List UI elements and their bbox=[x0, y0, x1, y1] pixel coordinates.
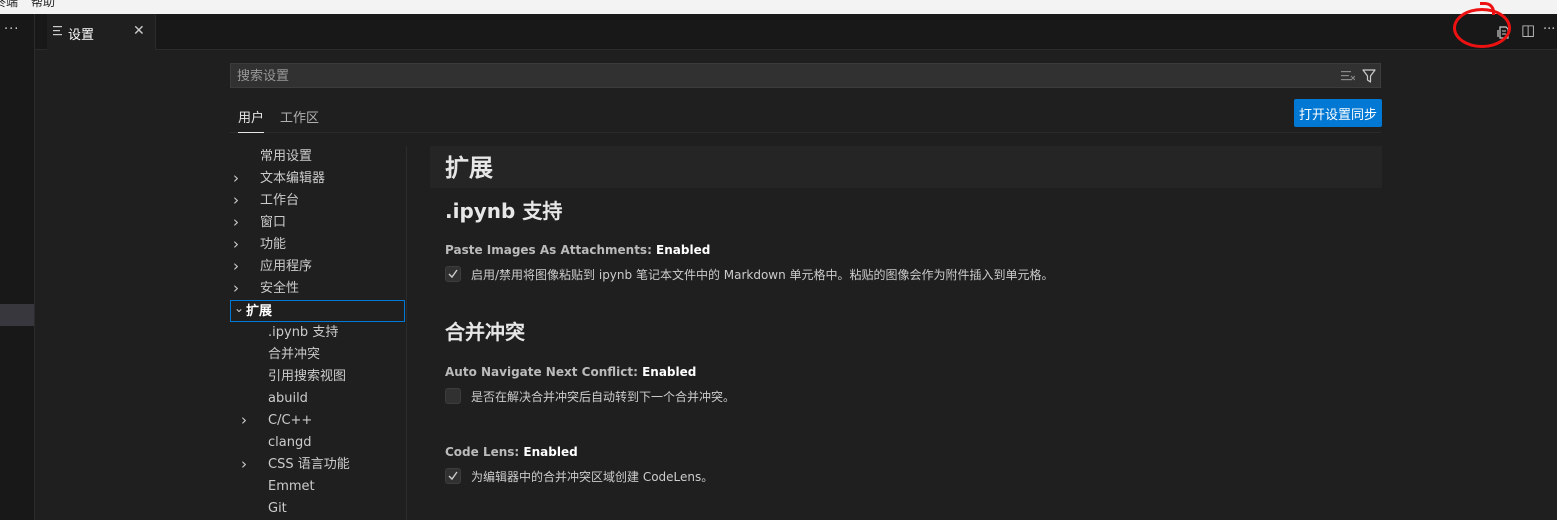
toc-item[interactable]: abuild bbox=[230, 388, 405, 410]
setting-name: Enabled bbox=[642, 365, 697, 379]
toc-item-label: abuild bbox=[268, 391, 308, 406]
group-title-merge-conflict: 合并冲突 bbox=[445, 320, 525, 344]
close-icon[interactable]: ✕ bbox=[133, 23, 145, 39]
setting-description: 启用/禁用将图像粘贴到 ipynb 笔记本文件中的 Markdown 单元格中。… bbox=[471, 268, 1054, 282]
setting-title-code-lens: Code Lens: Enabled bbox=[445, 445, 578, 459]
setting-category: Paste Images As Attachments: bbox=[445, 243, 657, 257]
settings-toc: 常用设置 › 文本编辑器 › 工作台 › 窗口 › 功能 › 应用程序 › 安全性 ⌄ 扩展 .ipynb 支… bbox=[230, 146, 407, 520]
menu-bar: 终端 帮助 bbox=[0, 0, 1557, 14]
toc-item-label: 文本编辑器 bbox=[260, 171, 326, 186]
setting-title-paste-images: Paste Images As Attachments: Enabled bbox=[445, 243, 710, 257]
setting-description: 为编辑器中的合并冲突区域创建 CodeLens。 bbox=[471, 470, 714, 484]
toc-item[interactable]: 合并冲突 bbox=[230, 344, 405, 366]
chevron-right-icon[interactable]: › bbox=[233, 255, 245, 277]
toc-item[interactable]: Git bbox=[230, 498, 405, 520]
toc-item-label: C/C++ bbox=[268, 413, 313, 428]
checkbox-paste-images[interactable] bbox=[445, 266, 461, 282]
toc-item[interactable]: › 文本编辑器 bbox=[230, 168, 405, 190]
toc-item-label: 应用程序 bbox=[260, 259, 313, 274]
tab-settings-label: 设置 bbox=[68, 28, 95, 43]
chevron-right-icon[interactable]: › bbox=[233, 233, 245, 255]
toc-item-label: 工作台 bbox=[260, 193, 300, 208]
settings-scope-tabs: 用户 工作区 bbox=[230, 100, 1381, 133]
toc-item[interactable]: › 安全性 bbox=[230, 278, 405, 300]
toc-item-label: 窗口 bbox=[260, 215, 287, 230]
chevron-right-icon[interactable]: › bbox=[233, 189, 245, 211]
toc-item[interactable]: clangd bbox=[230, 432, 405, 454]
toc-item[interactable]: › 应用程序 bbox=[230, 256, 405, 278]
tab-settings[interactable]: 设置 ✕ bbox=[47, 14, 156, 50]
filter-icon[interactable] bbox=[1362, 69, 1376, 83]
toc-item-label: Emmet bbox=[268, 479, 315, 494]
setting-title-auto-navigate: Auto Navigate Next Conflict: Enabled bbox=[445, 365, 696, 379]
chevron-right-icon[interactable]: › bbox=[233, 277, 245, 299]
checkbox-code-lens[interactable] bbox=[445, 468, 461, 484]
activity-bar: ··· bbox=[0, 14, 35, 520]
menu-item-terminal[interactable]: 终端 bbox=[0, 0, 18, 8]
section-title: 扩展 bbox=[445, 154, 493, 182]
turn-on-settings-sync-button[interactable]: 打开设置同步 bbox=[1294, 99, 1382, 127]
toc-item-label: 合并冲突 bbox=[268, 347, 321, 362]
checkbox-auto-navigate[interactable] bbox=[445, 388, 461, 404]
split-editor-icon[interactable]: ◫ bbox=[1521, 21, 1535, 39]
check-icon bbox=[448, 471, 458, 481]
toc-item-label: CSS 语言功能 bbox=[268, 457, 350, 472]
setting-category: Auto Navigate Next Conflict: bbox=[445, 365, 643, 379]
toc-item[interactable]: ⌄ 扩展 bbox=[230, 300, 405, 322]
group-title-ipynb: .ipynb 支持 bbox=[445, 199, 563, 223]
toc-item[interactable]: Emmet bbox=[230, 476, 405, 498]
tab-workspace[interactable]: 工作区 bbox=[280, 107, 319, 132]
section-header: 扩展 bbox=[430, 146, 1382, 188]
toc-item-label: 安全性 bbox=[260, 281, 300, 296]
activity-selected-item[interactable] bbox=[0, 304, 34, 326]
chevron-right-icon[interactable]: › bbox=[233, 167, 245, 189]
setting-name: Enabled bbox=[656, 243, 711, 257]
menu-item-help[interactable]: 帮助 bbox=[31, 0, 55, 8]
toc-item-label: .ipynb 支持 bbox=[268, 325, 339, 340]
toc-item-label: 引用搜索视图 bbox=[268, 369, 347, 384]
toc-item[interactable]: › 工作台 bbox=[230, 190, 405, 212]
chevron-right-icon[interactable]: › bbox=[241, 409, 253, 431]
toc-item[interactable]: 引用搜索视图 bbox=[230, 366, 405, 388]
toc-item[interactable]: › CSS 语言功能 bbox=[230, 454, 405, 476]
open-settings-json-icon[interactable] bbox=[1496, 25, 1510, 39]
toc-item[interactable]: › 窗口 bbox=[230, 212, 405, 234]
toc-item-label: 扩展 bbox=[246, 304, 273, 319]
toc-item[interactable]: › C/C++ bbox=[230, 410, 405, 432]
clear-filter-icon[interactable] bbox=[1341, 70, 1355, 82]
toc-item[interactable]: › 功能 bbox=[230, 234, 405, 256]
editor-tab-bar: 设置 ✕ ◫ ··· bbox=[35, 14, 1557, 50]
toc-item-label: 功能 bbox=[260, 237, 287, 252]
toc-item[interactable]: 常用设置 bbox=[230, 146, 405, 168]
toc-item[interactable]: .ipynb 支持 bbox=[230, 322, 405, 344]
toc-item-label: 常用设置 bbox=[260, 149, 313, 164]
search-input[interactable] bbox=[237, 67, 1327, 85]
toc-item-label: clangd bbox=[268, 435, 312, 450]
setting-category: Code Lens: bbox=[445, 445, 524, 459]
chevron-down-icon[interactable]: ⌄ bbox=[234, 297, 246, 319]
settings-content: 扩展 .ipynb 支持 Paste Images As Attachments… bbox=[430, 146, 1382, 520]
activity-more-icon[interactable]: ··· bbox=[4, 22, 19, 37]
settings-list-icon bbox=[53, 26, 62, 36]
toc-item-label: Git bbox=[268, 501, 287, 516]
setting-name: Enabled bbox=[523, 445, 578, 459]
more-actions-icon[interactable]: ··· bbox=[1543, 22, 1555, 37]
chevron-right-icon[interactable]: › bbox=[241, 453, 253, 475]
chevron-right-icon[interactable]: › bbox=[233, 211, 245, 233]
tab-user[interactable]: 用户 bbox=[238, 107, 265, 133]
check-icon bbox=[448, 269, 458, 279]
setting-description: 是否在解决合并冲突后自动转到下一个合并冲突。 bbox=[471, 390, 736, 404]
settings-search-box bbox=[230, 63, 1381, 88]
